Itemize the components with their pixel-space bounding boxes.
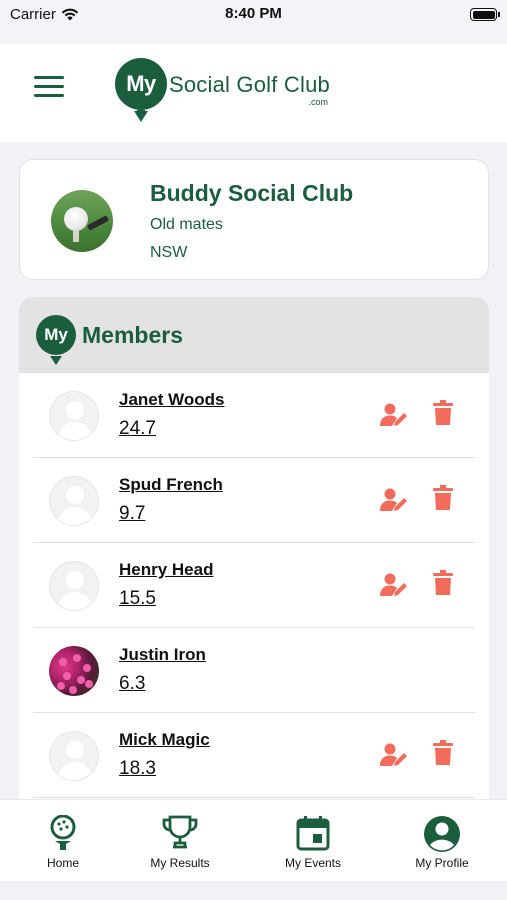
member-handicap-link[interactable]: 6.3 (119, 673, 145, 695)
member-row: Henry Head 15.5 (33, 543, 475, 628)
member-name-link[interactable]: Henry Head (119, 560, 213, 580)
tab-my-profile-label: My Profile (415, 856, 469, 870)
club-name: Buddy Social Club (150, 180, 354, 206)
account-circle-icon (424, 816, 460, 852)
club-card: Buddy Social Club Old mates NSW (19, 159, 489, 280)
status-bar: Carrier 8:40 PM (0, 0, 507, 44)
members-header: My Members (19, 297, 489, 373)
golf-ball-tee-icon (50, 815, 76, 850)
member-name-link[interactable]: Spud French (119, 475, 223, 495)
tab-my-results[interactable]: My Results (117, 800, 243, 882)
edit-user-icon[interactable] (380, 742, 408, 768)
app-header: My Social Golf Club .com (0, 44, 507, 142)
tab-home-label: Home (46, 856, 79, 870)
tab-my-profile[interactable]: My Profile (379, 800, 505, 882)
trophy-icon (162, 815, 198, 849)
edit-user-icon[interactable] (380, 402, 408, 428)
logo-name: Social Golf Club (169, 72, 330, 97)
logo-suffix: .com (308, 97, 328, 107)
tab-my-events[interactable]: My Events (250, 800, 376, 882)
members-pin-icon: My (36, 315, 76, 367)
member-handicap-link[interactable]: 15.5 (119, 588, 156, 610)
avatar-placeholder-icon (49, 391, 99, 441)
trash-icon[interactable] (433, 400, 453, 426)
member-row: Justin Iron 6.3 (33, 628, 475, 713)
trash-icon[interactable] (433, 570, 453, 596)
member-row: Janet Woods 24.7 (33, 373, 475, 458)
avatar-placeholder-icon (49, 731, 99, 781)
battery-icon (470, 8, 500, 21)
hamburger-menu-icon[interactable] (34, 76, 64, 98)
member-handicap-link[interactable]: 18.3 (119, 758, 156, 780)
club-avatar (51, 190, 113, 252)
member-row: Spud French 9.7 (33, 458, 475, 543)
member-photo (49, 646, 99, 696)
home-indicator-area (0, 881, 507, 900)
club-state: NSW (150, 244, 188, 261)
edit-user-icon[interactable] (380, 487, 408, 513)
status-time: 8:40 PM (225, 5, 282, 22)
logo-badge: My (115, 58, 167, 110)
edit-user-icon[interactable] (380, 572, 408, 598)
members-card: My Members Janet Woods 24.7 Spud French 9.7… (19, 297, 489, 817)
member-handicap-link[interactable]: 24.7 (119, 418, 156, 440)
trash-icon[interactable] (433, 485, 453, 511)
members-title: Members (82, 322, 183, 348)
member-row: Mick Magic 18.3 (33, 713, 475, 798)
tab-home[interactable]: Home (0, 800, 126, 882)
calendar-icon (296, 816, 330, 851)
member-handicap-link[interactable]: 9.7 (119, 503, 145, 525)
logo-pin-icon: My (115, 58, 167, 124)
member-name-link[interactable]: Mick Magic (119, 730, 210, 750)
members-badge: My (36, 315, 76, 355)
tab-my-events-label: My Events (284, 856, 341, 870)
app-logo: My Social Golf Club .com (115, 58, 330, 124)
member-name-link[interactable]: Janet Woods (119, 390, 224, 410)
member-name-link[interactable]: Justin Iron (119, 645, 206, 665)
avatar-placeholder-icon (49, 561, 99, 611)
tab-bar: Home My Results My Events My Profile (0, 799, 507, 881)
tab-my-results-label: My Results (150, 856, 210, 870)
trash-icon[interactable] (433, 740, 453, 766)
avatar-placeholder-icon (49, 476, 99, 526)
club-description: Old mates (150, 216, 223, 233)
